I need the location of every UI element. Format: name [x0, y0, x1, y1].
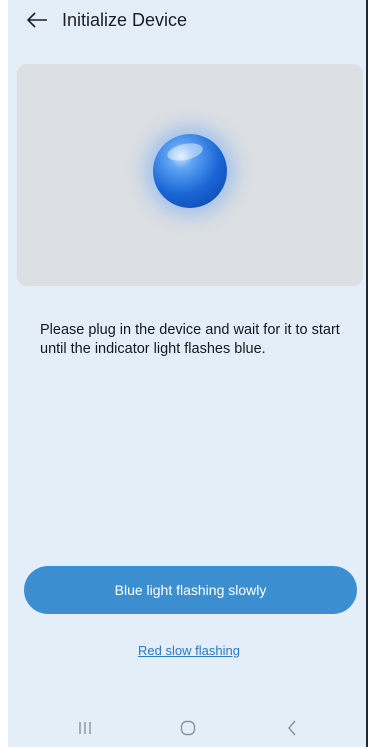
back-chevron-icon — [288, 720, 296, 736]
indicator-light-glint — [165, 140, 205, 164]
recents-button[interactable] — [70, 718, 100, 738]
home-button[interactable] — [173, 718, 203, 738]
blue-light-flashing-button[interactable]: Blue light flashing slowly — [24, 566, 357, 614]
arrow-left-icon — [26, 12, 47, 28]
home-icon — [180, 720, 196, 736]
system-navigation-bar — [8, 706, 368, 747]
recents-icon — [79, 722, 91, 734]
app-screen: Initialize Device Please plug in the dev… — [8, 0, 368, 747]
instruction-text: Please plug in the device and wait for i… — [40, 322, 340, 357]
back-button[interactable] — [24, 8, 50, 32]
system-back-button[interactable] — [277, 718, 307, 738]
indicator-light-icon — [153, 134, 227, 208]
page-title: Initialize Device — [62, 10, 188, 30]
device-preview-panel — [17, 64, 363, 286]
red-slow-flashing-link[interactable]: Red slow flashing — [8, 643, 368, 658]
header-bar: Initialize Device — [8, 0, 368, 40]
